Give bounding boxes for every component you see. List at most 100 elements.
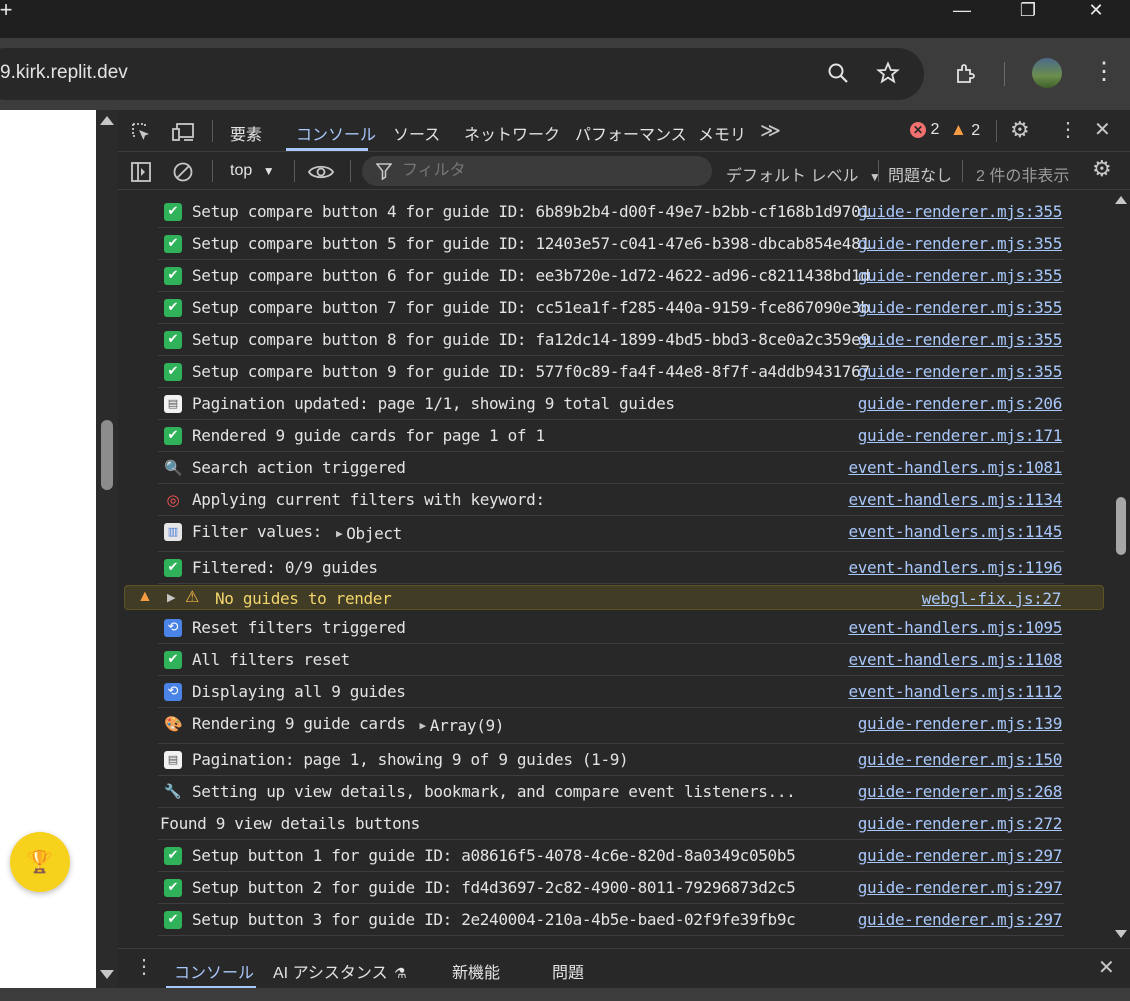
close-window-button[interactable]: ✕ [1076, 0, 1116, 22]
tab-memory[interactable]: メモリ [698, 121, 746, 145]
profile-avatar[interactable] [1032, 58, 1062, 88]
log-row[interactable]: ⟲ Displaying all 9 guides event-handlers… [158, 676, 1064, 708]
trophy-button[interactable]: 🏆 [10, 832, 70, 892]
log-row[interactable]: ▤ Pagination updated: page 1/1, showing … [158, 388, 1064, 420]
drawer-tab-ai-assistance[interactable]: AI アシスタンス ⚗ [273, 959, 407, 983]
live-expression-eye-icon[interactable] [307, 161, 335, 187]
device-toolbar-icon[interactable] [172, 121, 196, 147]
filter-box[interactable] [362, 156, 712, 186]
log-source-link[interactable]: guide-renderer.mjs:355 [858, 266, 1063, 285]
expand-triangle-icon[interactable]: ▶ [420, 719, 427, 732]
tab-sources[interactable]: ソース [393, 121, 440, 145]
log-source-link[interactable]: guide-renderer.mjs:355 [858, 330, 1063, 349]
log-source-link[interactable]: event-handlers.mjs:1196 [848, 558, 1062, 577]
scroll-down-arrow-icon[interactable] [100, 970, 114, 979]
log-source-link[interactable]: event-handlers.mjs:1145 [848, 522, 1062, 541]
log-row[interactable]: ▤ Pagination: page 1, showing 9 of 9 gui… [158, 744, 1064, 776]
close-drawer-icon[interactable]: ✕ [1098, 958, 1115, 978]
console-scrollbar[interactable] [1112, 192, 1130, 944]
log-row[interactable]: ✔ Setup button 2 for guide ID: fd4d3697-… [158, 872, 1064, 904]
log-source-link[interactable]: guide-renderer.mjs:297 [858, 878, 1063, 897]
log-row[interactable]: ⟲ Reset filters triggered event-handlers… [158, 612, 1064, 644]
log-row[interactable]: ▥ Filter values: ▶ Object event-handlers.m… [158, 516, 1064, 552]
tab-network[interactable]: ネットワーク [464, 121, 560, 145]
clear-console-icon[interactable] [172, 161, 194, 187]
log-row[interactable]: ✔ Filtered: 0/9 guides event-handlers.mj… [158, 552, 1064, 584]
console-settings-gear-icon[interactable]: ⚙ [1092, 158, 1112, 180]
scroll-up-arrow-icon[interactable] [100, 116, 114, 125]
log-source-link[interactable]: event-handlers.mjs:1108 [848, 650, 1062, 669]
array-preview[interactable]: Array(9) [430, 716, 505, 735]
more-tabs-icon[interactable]: ≫ [760, 118, 781, 143]
log-row[interactable]: 🔍 Search action triggered event-handlers… [158, 452, 1064, 484]
log-source-link[interactable]: guide-renderer.mjs:297 [858, 846, 1063, 865]
new-tab-button[interactable]: + [0, 0, 26, 22]
minimize-button[interactable]: — [942, 0, 982, 22]
log-row[interactable]: ✔ Setup compare button 4 for guide ID: 6… [158, 196, 1064, 228]
expand-triangle-icon[interactable]: ▶ [336, 527, 343, 540]
scroll-up-arrow-icon[interactable] [1115, 196, 1127, 204]
zoom-search-icon[interactable] [826, 61, 850, 90]
log-row[interactable]: ◎ Applying current filters with keyword:… [158, 484, 1064, 516]
log-row[interactable]: ✔ Setup compare button 9 for guide ID: 5… [158, 356, 1064, 388]
drawer-tab-console[interactable]: コンソール [174, 959, 254, 983]
restore-button[interactable]: ❐ [1008, 0, 1048, 22]
inspect-element-icon[interactable] [130, 121, 152, 147]
log-source-link[interactable]: webgl-fix.js:27 [922, 589, 1062, 608]
log-row[interactable]: ✔ Setup compare button 5 for guide ID: 1… [158, 228, 1064, 260]
log-source-link[interactable]: guide-renderer.mjs:355 [858, 202, 1063, 221]
log-row[interactable]: ✔ Rendered 9 guide cards for page 1 of 1… [158, 420, 1064, 452]
filter-input[interactable] [402, 161, 702, 181]
browser-menu-icon[interactable]: ⋮ [1092, 60, 1116, 84]
log-source-link[interactable]: event-handlers.mjs:1081 [848, 458, 1062, 477]
devtools-menu-icon[interactable]: ⋮ [1058, 120, 1078, 140]
warning-counter[interactable]: ▲ 2 [950, 120, 980, 140]
page-scroll-thumb[interactable] [101, 420, 113, 490]
address-bar[interactable]: 9.kirk.replit.dev [0, 48, 924, 100]
log-source-link[interactable]: guide-renderer.mjs:206 [858, 394, 1063, 413]
log-source-link[interactable]: guide-renderer.mjs:150 [858, 750, 1063, 769]
log-row[interactable]: ✔ Setup compare button 6 for guide ID: e… [158, 260, 1064, 292]
scroll-down-arrow-icon[interactable] [1115, 930, 1127, 938]
expand-triangle-icon[interactable]: ▶ [167, 591, 175, 604]
log-level-selector[interactable]: デフォルト レベル ▼ [726, 162, 881, 186]
log-source-link[interactable]: guide-renderer.mjs:355 [858, 362, 1063, 381]
tab-performance[interactable]: パフォーマンス [575, 121, 687, 145]
object-preview[interactable]: Object [346, 524, 402, 543]
page-scrollbar[interactable] [96, 110, 118, 988]
sidebar-toggle-icon[interactable] [130, 161, 152, 187]
warning-row[interactable]: ▲ ▶ ⚠ No guides to render webgl-fix.js:2… [124, 585, 1104, 610]
error-counter[interactable]: ✕ 2 [910, 121, 939, 139]
tab-elements[interactable]: 要素 [230, 121, 262, 145]
bookmark-star-icon[interactable] [876, 61, 900, 90]
log-source-link[interactable]: guide-renderer.mjs:171 [858, 426, 1063, 445]
drawer-menu-icon[interactable]: ⋮ [134, 957, 154, 977]
extensions-icon[interactable] [954, 62, 978, 91]
context-selector[interactable]: top ▼ [230, 162, 275, 180]
log-row[interactable]: ✔ All filters reset event-handlers.mjs:1… [158, 644, 1064, 676]
log-source-link[interactable]: guide-renderer.mjs:272 [858, 814, 1063, 833]
console-scroll-thumb[interactable] [1116, 497, 1126, 555]
log-source-link[interactable]: event-handlers.mjs:1095 [848, 618, 1062, 637]
log-message: Search action triggered [192, 458, 406, 477]
log-row[interactable]: ✔ Setup compare button 7 for guide ID: c… [158, 292, 1064, 324]
log-row[interactable]: ✔ Setup button 1 for guide ID: a08616f5-… [158, 840, 1064, 872]
log-source-link[interactable]: guide-renderer.mjs:297 [858, 910, 1063, 929]
log-row[interactable]: Found 9 view details buttons guide-rende… [158, 808, 1064, 840]
log-row[interactable]: 🔧 Setting up view details, bookmark, and… [158, 776, 1064, 808]
log-source-link[interactable]: guide-renderer.mjs:355 [858, 234, 1063, 253]
settings-gear-icon[interactable]: ⚙ [1010, 119, 1030, 141]
log-source-link[interactable]: guide-renderer.mjs:355 [858, 298, 1063, 317]
drawer-tab-issues[interactable]: 問題 [552, 959, 584, 983]
log-source-link[interactable]: event-handlers.mjs:1134 [848, 490, 1062, 509]
log-row[interactable]: ✔ Setup button 3 for guide ID: 2e240004-… [158, 904, 1064, 936]
log-source-link[interactable]: event-handlers.mjs:1112 [848, 682, 1062, 701]
issues-button[interactable]: 問題なし [888, 162, 952, 186]
close-devtools-icon[interactable]: ✕ [1094, 120, 1111, 140]
drawer-tab-whats-new[interactable]: 新機能 [452, 959, 500, 983]
tab-console[interactable]: コンソール [296, 121, 376, 145]
log-row[interactable]: ✔ Setup compare button 8 for guide ID: f… [158, 324, 1064, 356]
log-source-link[interactable]: guide-renderer.mjs:268 [858, 782, 1063, 801]
log-source-link[interactable]: guide-renderer.mjs:139 [858, 714, 1063, 733]
log-row[interactable]: 🎨 Rendering 9 guide cards ▶ Array(9) guide… [158, 708, 1064, 744]
